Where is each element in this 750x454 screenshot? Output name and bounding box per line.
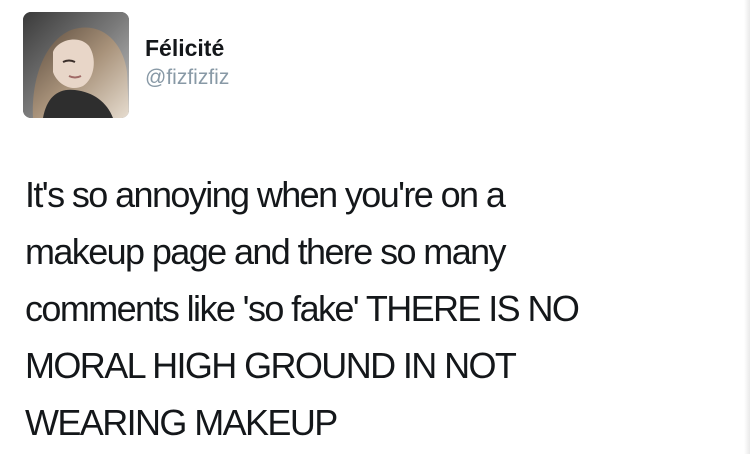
screen-edge-divider [744, 0, 750, 454]
tweet-text-line: It's so annoying when you're on a [25, 174, 506, 215]
tweet-text-line: comments like 'so fake' THERE IS NO [25, 288, 580, 329]
author-block: Félicité @fizfizfiz [145, 34, 229, 91]
user-handle[interactable]: @fizfizfiz [145, 65, 229, 91]
profile-photo-avatar-icon [23, 12, 129, 118]
tweet-card: Félicité @fizfizfiz It's so annoying whe… [0, 0, 750, 454]
tweet-text-line: WEARING MAKEUP [25, 402, 338, 443]
display-name[interactable]: Félicité [145, 34, 229, 62]
avatar[interactable] [23, 12, 129, 118]
tweet-text: It's so annoying when you're on a makeup… [25, 166, 725, 451]
tweet-text-line: makeup page and there so many [25, 231, 507, 272]
tweet-text-line: MORAL HIGH GROUND IN NOT [25, 345, 517, 386]
